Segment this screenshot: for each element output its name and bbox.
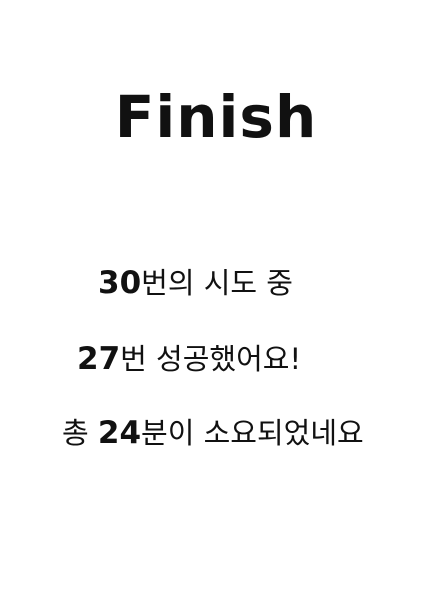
- finish-title: Finish: [114, 83, 318, 151]
- success-count: 27: [77, 341, 121, 377]
- success-label: 번 성공했어요!: [120, 342, 302, 376]
- attempts-line: 30번의 시도 중: [98, 268, 293, 299]
- time-prefix: 총: [62, 416, 98, 450]
- attempts-count: 30: [98, 265, 142, 301]
- success-line: 27번 성공했어요!: [77, 344, 301, 375]
- time-line: 총 24분이 소요되었네요: [62, 418, 364, 449]
- finish-screen: Finish 30번의 시도 중 27번 성공했어요! 총 24분이 소요되었네…: [0, 0, 432, 590]
- time-label: 분이 소요되었네요: [141, 416, 364, 450]
- time-minutes: 24: [97, 415, 142, 451]
- attempts-label: 번의 시도 중: [141, 266, 293, 300]
